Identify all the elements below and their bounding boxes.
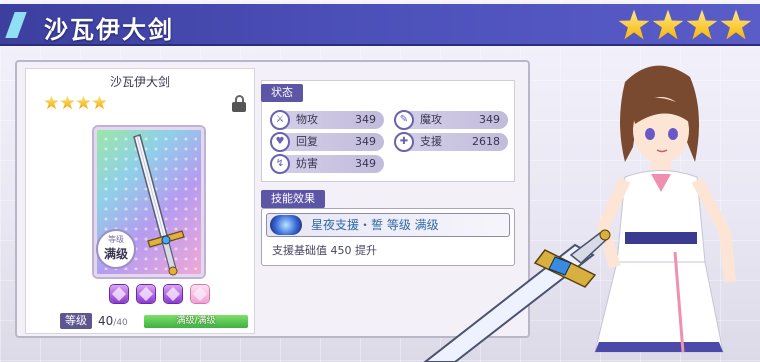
stats-section-label: 状态 (261, 84, 303, 102)
level-row: 等级 40/40 满级/满级 (60, 313, 250, 329)
star-icon (44, 95, 59, 110)
page-title: 沙瓦伊大剑 (44, 16, 174, 44)
greatsword-illustration (423, 229, 611, 362)
stat-physical-attack: ⚔ 物攻 349 (270, 110, 384, 130)
heal-icon: ♥ (270, 132, 290, 152)
debuff-icon: ↯ (270, 154, 290, 174)
title-banner: 沙瓦伊大剑 (0, 4, 760, 46)
level-progress-bar: 满级/满级 (144, 315, 248, 328)
level-progress-text: 满级/满级 (176, 316, 216, 326)
star-icon (618, 9, 650, 40)
stat-debuff: ↯ 妨害 349 (270, 154, 384, 174)
gem-icon[interactable] (191, 285, 209, 303)
wand-icon: ✎ (394, 110, 414, 130)
star-icon (60, 95, 75, 110)
star-icon (720, 9, 752, 40)
stat-magic-attack: ✎ 魔攻 349 (394, 110, 508, 130)
lock-icon[interactable] (232, 95, 246, 113)
star-icon (652, 9, 684, 40)
gem-icon[interactable] (164, 285, 182, 303)
sword-icon: ⚔ (270, 110, 290, 130)
star-icon (76, 95, 91, 110)
star-icon (92, 95, 107, 110)
level-value: 40/40 (98, 314, 128, 328)
gem-icon[interactable] (110, 285, 128, 303)
weapon-stars (44, 95, 107, 110)
gem-slots (110, 285, 209, 303)
weapon-name: 沙瓦伊大剑 (109, 75, 170, 89)
stat-support: ✚ 支援 2618 (394, 132, 508, 152)
skill-description: 支援基础值 450 提升 (272, 244, 377, 257)
gem-icon[interactable] (137, 285, 155, 303)
skill-icon (270, 215, 302, 235)
skill-section-label: 技能效果 (261, 190, 325, 208)
rarity-stars (618, 9, 752, 41)
stat-heal: ♥ 回复 349 (270, 132, 384, 152)
star-icon (686, 9, 718, 40)
support-icon: ✚ (394, 132, 414, 152)
level-label: 等级 (60, 313, 92, 329)
weapon-preview-panel: 沙瓦伊大剑 等级 满级 等级 40/40 满级/满级 (25, 68, 255, 334)
level-badge: 等级 满级 (96, 229, 136, 269)
